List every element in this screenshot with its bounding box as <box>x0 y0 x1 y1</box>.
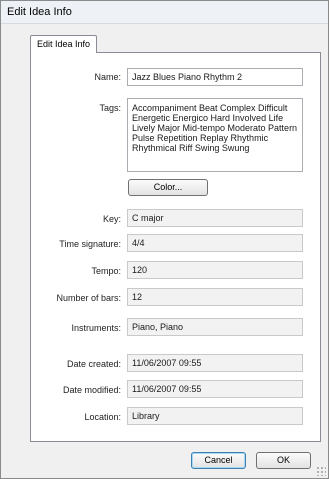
tab-panel: Name: Jazz Blues Piano Rhythm 2 Tags: Ac… <box>30 52 321 442</box>
color-button[interactable]: Color... <box>128 179 208 196</box>
tags-label: Tags: <box>99 103 121 113</box>
location-label: Location: <box>84 412 121 422</box>
name-field[interactable]: Jazz Blues Piano Rhythm 2 <box>127 68 303 86</box>
time-signature-label: Time signature: <box>59 239 121 249</box>
tab-label: Edit Idea Info <box>36 39 91 49</box>
tab-edit-idea-info[interactable]: Edit Idea Info <box>30 35 97 53</box>
tempo-label: Tempo: <box>91 266 121 276</box>
instruments-label: Instruments: <box>71 323 121 333</box>
edit-idea-info-dialog: Edit Idea Info Edit Idea Info Name: Jazz… <box>0 0 329 479</box>
title-bar[interactable]: Edit Idea Info <box>1 1 328 24</box>
key-label: Key: <box>102 214 121 224</box>
number-of-bars-field: 12 <box>127 288 303 306</box>
date-created-label: Date created: <box>66 359 121 369</box>
time-signature-field: 4/4 <box>127 234 303 252</box>
number-of-bars-label: Number of bars: <box>56 293 121 303</box>
instruments-field: Piano, Piano <box>127 318 303 336</box>
ok-button[interactable]: OK <box>256 452 311 469</box>
cancel-button[interactable]: Cancel <box>191 452 246 469</box>
location-field: Library <box>127 407 303 425</box>
window-title: Edit Idea Info <box>7 6 72 18</box>
tempo-field: 120 <box>127 261 303 279</box>
tags-field[interactable]: Accompaniment Beat Complex Difficult Ene… <box>127 98 303 172</box>
date-modified-field: 11/06/2007 09:55 <box>127 380 303 398</box>
resize-grip-icon[interactable] <box>316 466 326 476</box>
date-created-field: 11/06/2007 09:55 <box>127 354 303 372</box>
key-field: C major <box>127 209 303 227</box>
name-label: Name: <box>94 72 121 82</box>
date-modified-label: Date modified: <box>62 385 121 395</box>
